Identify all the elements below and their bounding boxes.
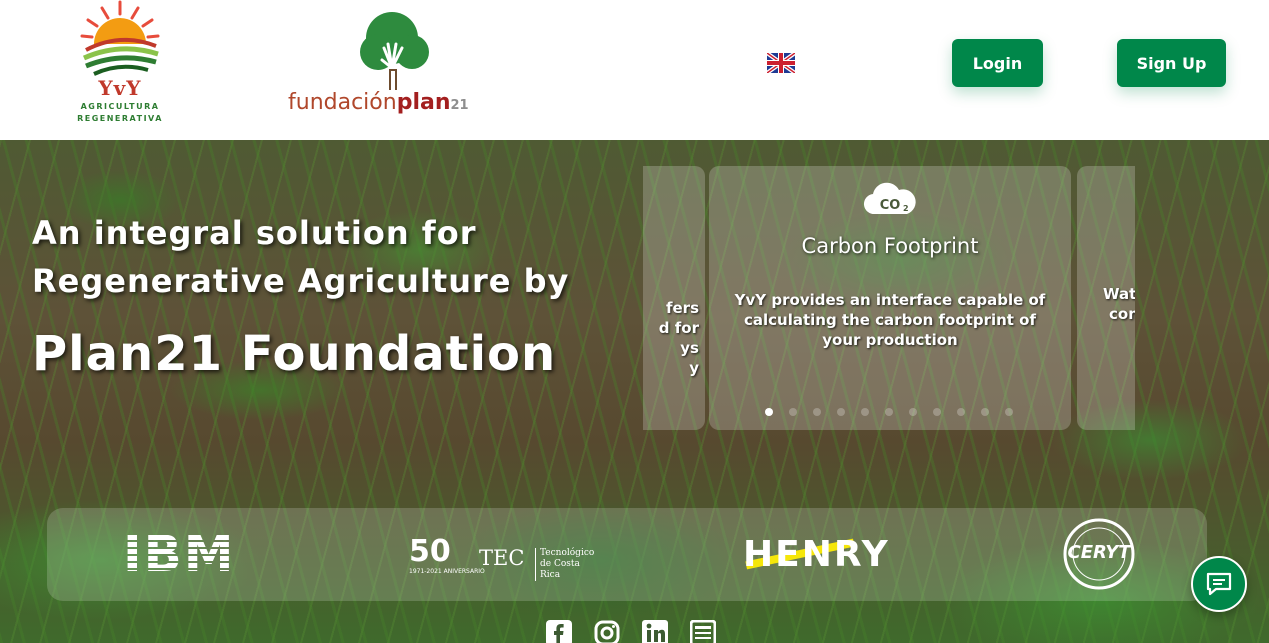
tec-logo[interactable]: 50 1971-2021 ANIVERSARIO TEC Tecnológico…	[409, 534, 599, 581]
henry-text: HENRY	[743, 534, 890, 575]
svg-text:2: 2	[903, 204, 909, 213]
next-card-line: con	[1109, 305, 1135, 323]
carousel-dot[interactable]	[957, 408, 965, 416]
document-icon[interactable]	[690, 620, 716, 643]
features-carousel[interactable]: fers d for ys y CO 2 Carbon Footprint Yv…	[643, 166, 1135, 430]
prev-card-line: ys	[680, 339, 699, 357]
prev-card-line: d for	[658, 319, 699, 337]
cery-text: CERYT	[1067, 542, 1131, 563]
hero-section: An integral solution for Regenerative Ag…	[0, 140, 1269, 643]
carousel-dot[interactable]	[981, 408, 989, 416]
plan21-logo-text: fundaciónplan21	[288, 90, 469, 115]
plan21-logo[interactable]: fundaciónplan21	[286, 8, 476, 118]
carousel-dot[interactable]	[933, 408, 941, 416]
next-card-line: Wat	[1103, 285, 1135, 303]
instagram-icon[interactable]	[594, 620, 620, 643]
plan21-logo-part3: 21	[450, 98, 469, 113]
linkedin-icon[interactable]	[642, 620, 668, 643]
tec-anniversary: 1971-2021 ANIVERSARIO	[409, 568, 485, 575]
plan21-logo-part1: fundación	[288, 90, 397, 115]
uk-flag-icon[interactable]	[767, 53, 795, 73]
carousel-dot[interactable]	[885, 408, 893, 416]
sun-fields-icon	[80, 0, 160, 76]
yvy-logo-name: YvY	[98, 76, 142, 100]
yvy-logo[interactable]: YvY AGRICULTURA REGENERATIVA	[72, 0, 168, 130]
carousel-card-title: Carbon Footprint	[801, 234, 979, 258]
prev-card-line: fers	[665, 299, 699, 317]
next-card-text: Wat con	[1103, 284, 1135, 324]
carousel-dots	[765, 408, 1013, 416]
carousel-dot[interactable]	[789, 408, 797, 416]
yvy-logo-line1: AGRICULTURA	[80, 102, 160, 111]
tec-sub-line2: de Costa Rica	[540, 559, 580, 580]
prev-card-line: y	[689, 359, 699, 377]
chat-button[interactable]	[1191, 556, 1247, 612]
hero-line-1: An integral solution for	[32, 214, 477, 252]
tec-name: TEC	[479, 546, 525, 570]
carousel-dot[interactable]	[909, 408, 917, 416]
hero-title: Plan21 Foundation	[32, 326, 557, 382]
yvy-logo-line2: REGENERATIVA	[77, 114, 163, 123]
carousel-dot[interactable]	[1005, 408, 1013, 416]
partners-strip: IBM 50 1971-2021 ANIVERSARIO TEC Tecnoló…	[47, 508, 1207, 601]
carousel-card-description: YvY provides an interface capable of cal…	[734, 291, 1046, 349]
tec-fifty: 50	[409, 534, 451, 569]
signup-button[interactable]: Sign Up	[1117, 39, 1226, 87]
chat-icon	[1206, 572, 1232, 596]
carousel-dot[interactable]	[765, 408, 773, 416]
plan21-logo-part2: plan	[396, 90, 451, 115]
tec-sub-line1: Tecnológico	[540, 548, 595, 558]
co2-cloud-icon: CO 2	[863, 182, 916, 215]
facebook-icon[interactable]	[546, 620, 572, 643]
ibm-logo[interactable]: IBM	[123, 528, 235, 580]
carousel-dot[interactable]	[861, 408, 869, 416]
tec-subtitle: Tecnológico de Costa Rica	[535, 548, 599, 581]
tree-hand-icon	[360, 12, 429, 92]
svg-text:CO: CO	[880, 198, 901, 213]
hero-line-2: Regenerative Agriculture by	[32, 262, 570, 300]
site-header: YvY AGRICULTURA REGENERATIVA fundaciónpl…	[0, 0, 1269, 140]
cery-logo[interactable]: CERYT	[1061, 518, 1137, 590]
carousel-card-active[interactable]: CO 2 Carbon Footprint YvY provides an in…	[709, 166, 1071, 430]
henry-logo[interactable]: HENRY	[743, 534, 890, 575]
carousel-card-next[interactable]: Wat con	[1077, 166, 1135, 430]
prev-card-text: fers d for ys y	[659, 298, 699, 378]
login-button[interactable]: Login	[952, 39, 1043, 87]
carousel-dot[interactable]	[813, 408, 821, 416]
carousel-card-prev[interactable]: fers d for ys y	[643, 166, 705, 430]
carousel-dot[interactable]	[837, 408, 845, 416]
